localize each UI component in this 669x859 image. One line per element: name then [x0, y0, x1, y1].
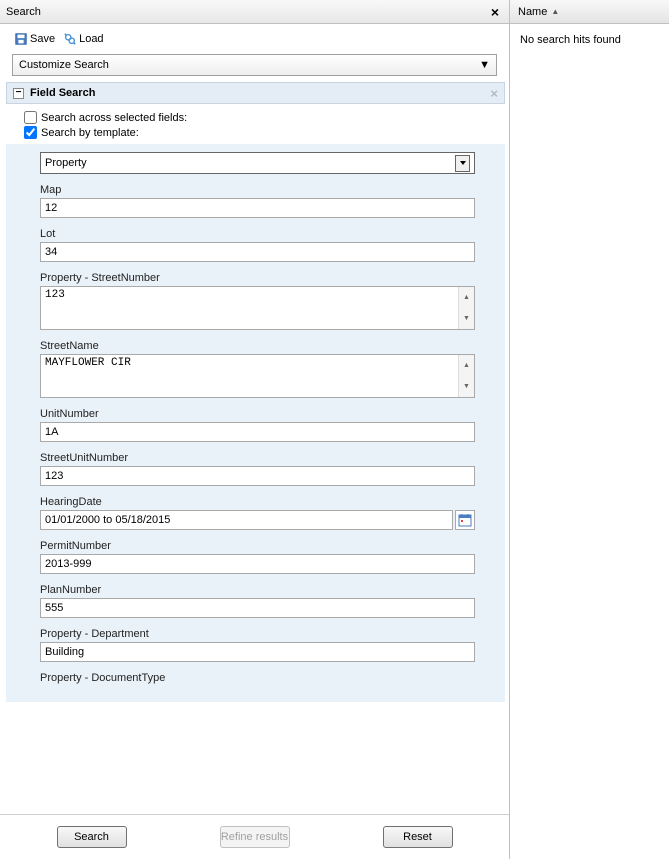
- no-results-message: No search hits found: [520, 34, 621, 46]
- form-body: Property Map Lot Property - StreetNumber…: [6, 144, 505, 702]
- spinner: ▲ ▼: [458, 355, 474, 397]
- form-scroll-area[interactable]: − Field Search × Search across selected …: [0, 82, 509, 814]
- field-label: HearingDate: [40, 496, 475, 508]
- sort-asc-icon: ▲: [551, 7, 559, 16]
- search-panel-header: Search ×: [0, 0, 509, 24]
- results-body: No search hits found: [510, 24, 669, 56]
- checkbox-area: Search across selected fields: Search by…: [6, 104, 505, 144]
- field-label: Map: [40, 184, 475, 196]
- permit-number-input[interactable]: [40, 554, 475, 574]
- save-label: Save: [30, 33, 55, 45]
- hearing-date-input[interactable]: [40, 510, 453, 530]
- field-label: StreetName: [40, 340, 475, 352]
- spinner-down-icon[interactable]: ▼: [459, 308, 474, 329]
- street-name-input[interactable]: [41, 355, 458, 397]
- field-hearing-date: HearingDate: [40, 496, 475, 530]
- field-street-unit-number: StreetUnitNumber: [40, 452, 475, 486]
- field-search-section-header: − Field Search ×: [6, 82, 505, 104]
- street-number-input[interactable]: [41, 287, 458, 329]
- reset-button[interactable]: Reset: [383, 826, 453, 848]
- collapse-icon[interactable]: −: [13, 88, 24, 99]
- field-label: Lot: [40, 228, 475, 240]
- customize-search-select[interactable]: Customize Search ▼: [12, 54, 497, 76]
- results-panel: Name ▲ No search hits found: [510, 0, 669, 859]
- search-across-row: Search across selected fields:: [24, 110, 487, 125]
- results-column-header[interactable]: Name ▲: [510, 0, 669, 24]
- field-department: Property - Department: [40, 628, 475, 662]
- field-label: Property - StreetNumber: [40, 272, 475, 284]
- calendar-button[interactable]: [455, 510, 475, 530]
- load-button[interactable]: Load: [61, 30, 105, 48]
- toolbar: Save Load: [0, 24, 509, 54]
- lot-input[interactable]: [40, 242, 475, 262]
- street-name-wrap: ▲ ▼: [40, 354, 475, 398]
- field-permit-number: PermitNumber: [40, 540, 475, 574]
- customize-row: Customize Search ▼: [0, 54, 509, 82]
- section-close-icon[interactable]: ×: [490, 86, 498, 101]
- template-value: Property: [45, 157, 87, 169]
- search-by-template-row: Search by template:: [24, 125, 487, 140]
- field-street-name: StreetName ▲ ▼: [40, 340, 475, 398]
- field-plan-number: PlanNumber: [40, 584, 475, 618]
- field-map: Map: [40, 184, 475, 218]
- field-unit-number: UnitNumber: [40, 408, 475, 442]
- field-document-type: Property - DocumentType: [40, 672, 475, 684]
- field-lot: Lot: [40, 228, 475, 262]
- field-label: StreetUnitNumber: [40, 452, 475, 464]
- search-panel: Search × Save Load Customize Search ▼ − …: [0, 0, 510, 859]
- search-panel-title: Search: [6, 6, 41, 18]
- template-select[interactable]: Property: [40, 152, 475, 174]
- load-icon: [63, 32, 77, 46]
- field-label: UnitNumber: [40, 408, 475, 420]
- department-input[interactable]: [40, 642, 475, 662]
- street-unit-number-input[interactable]: [40, 466, 475, 486]
- unit-number-input[interactable]: [40, 422, 475, 442]
- chevron-down-icon: [455, 155, 470, 172]
- search-across-checkbox[interactable]: [24, 111, 37, 124]
- save-button[interactable]: Save: [12, 30, 57, 48]
- field-street-number: Property - StreetNumber ▲ ▼: [40, 272, 475, 330]
- search-across-label: Search across selected fields:: [41, 112, 187, 124]
- close-icon[interactable]: ×: [487, 4, 503, 20]
- spinner-down-icon[interactable]: ▼: [459, 376, 474, 397]
- street-number-wrap: ▲ ▼: [40, 286, 475, 330]
- spinner: ▲ ▼: [458, 287, 474, 329]
- chevron-down-icon: ▼: [479, 59, 490, 71]
- spinner-up-icon[interactable]: ▲: [459, 355, 474, 376]
- search-by-template-checkbox[interactable]: [24, 126, 37, 139]
- plan-number-input[interactable]: [40, 598, 475, 618]
- refine-results-button: Refine results: [220, 826, 290, 848]
- search-by-template-label: Search by template:: [41, 127, 139, 139]
- calendar-icon: [458, 513, 472, 527]
- field-label: PlanNumber: [40, 584, 475, 596]
- save-icon: [14, 32, 28, 46]
- field-label: Property - Department: [40, 628, 475, 640]
- spinner-up-icon[interactable]: ▲: [459, 287, 474, 308]
- field-label: Property - DocumentType: [40, 672, 475, 684]
- field-label: PermitNumber: [40, 540, 475, 552]
- load-label: Load: [79, 33, 103, 45]
- field-search-title: Field Search: [30, 87, 95, 99]
- search-button[interactable]: Search: [57, 826, 127, 848]
- button-bar: Search Refine results Reset: [0, 814, 509, 859]
- date-row: [40, 510, 475, 530]
- column-name-label: Name: [518, 6, 547, 18]
- map-input[interactable]: [40, 198, 475, 218]
- customize-search-label: Customize Search: [19, 59, 109, 71]
